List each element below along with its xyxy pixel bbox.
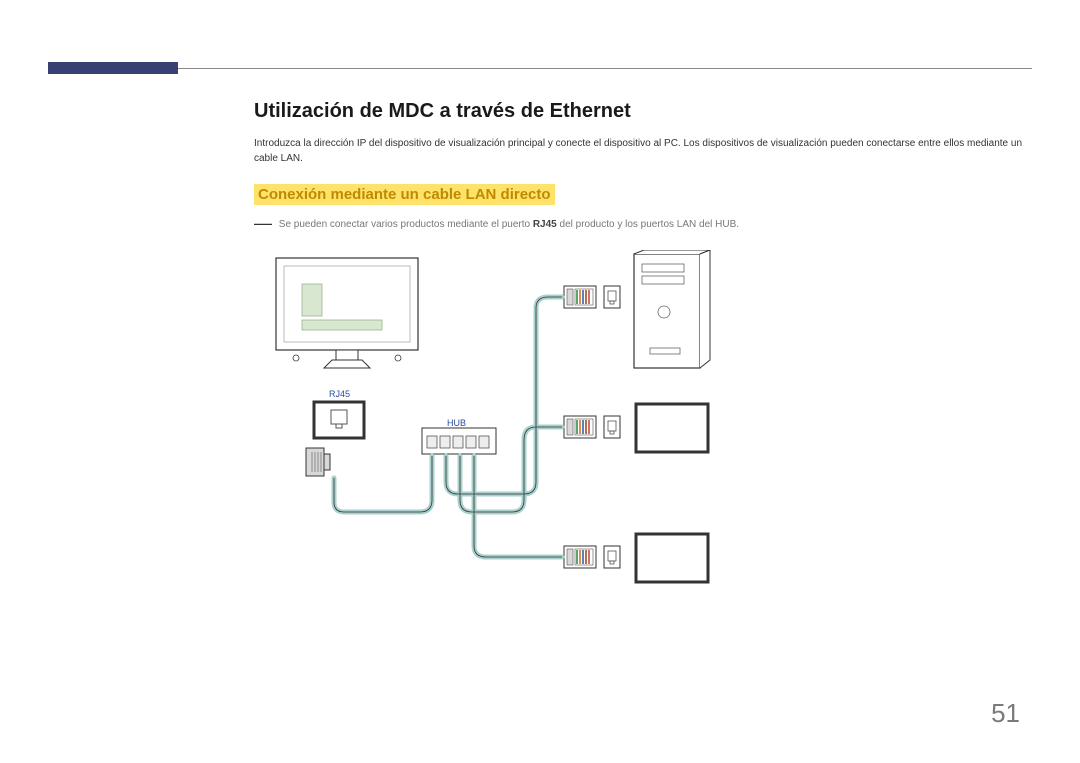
subsection-heading: Conexión mediante un cable LAN directo <box>254 184 1034 205</box>
display-icon-2 <box>636 534 708 582</box>
connector-row-3 <box>564 546 620 568</box>
rj45-plug-icon <box>306 448 330 476</box>
connector-row-2 <box>564 416 620 438</box>
page: Utilización de MDC a través de Ethernet … <box>0 0 1080 763</box>
connection-diagram: RJ45 HUB <box>254 250 774 630</box>
display-icon-1 <box>636 404 708 452</box>
note-part-1: Se pueden conectar varios productos medi… <box>276 219 533 230</box>
diagram-svg <box>254 250 774 630</box>
monitor-icon <box>276 258 418 368</box>
accent-bar <box>48 62 178 74</box>
note-text: ― Se pueden conectar varios productos me… <box>254 211 1034 236</box>
hub-icon <box>422 428 496 454</box>
pc-tower-icon <box>634 250 710 368</box>
section-heading: Utilización de MDC a través de Ethernet <box>254 100 1034 123</box>
page-number: 51 <box>991 698 1020 729</box>
note-part-2: del producto y los puertos LAN del HUB. <box>557 219 739 230</box>
subsection-heading-text: Conexión mediante un cable LAN directo <box>254 184 555 205</box>
note-dash-icon: ― <box>254 213 272 233</box>
note-bold: RJ45 <box>533 219 557 230</box>
rj45-port-icon <box>314 402 364 438</box>
intro-paragraph: Introduzca la dirección IP del dispositi… <box>254 137 1034 166</box>
content-area: Utilización de MDC a través de Ethernet … <box>254 100 1034 630</box>
connector-row-1 <box>564 286 620 308</box>
horizontal-rule <box>48 68 1032 69</box>
